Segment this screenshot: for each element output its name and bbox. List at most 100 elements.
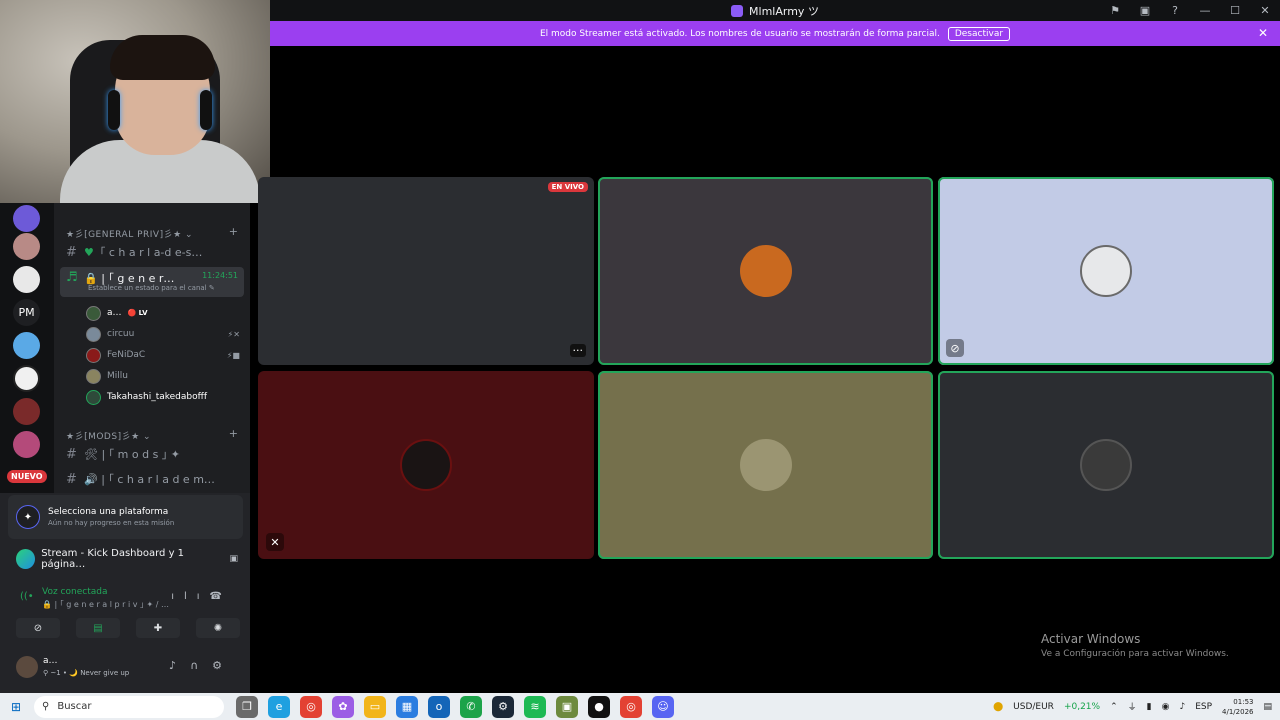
deactivate-button[interactable]: Desactivar [947, 26, 1011, 41]
voice-user[interactable]: Millu [86, 367, 246, 385]
obs-icon[interactable]: ● [588, 695, 610, 718]
monitor-icon[interactable]: ▣ [1136, 4, 1154, 17]
avatar [1080, 245, 1132, 297]
channel-general-active[interactable]: ♬ 🔒 | ｢ g e n e r… 11:24:51 Establece un… [60, 267, 244, 297]
disconnect-icon[interactable]: ☎ [210, 591, 232, 602]
server-icon-8[interactable] [13, 431, 40, 458]
server-icon-7[interactable] [13, 398, 40, 425]
person-hair [110, 35, 215, 80]
server-icon-pm[interactable]: PM [13, 299, 40, 326]
network-icon[interactable]: ◉ [1162, 702, 1170, 712]
discord-icon[interactable]: ☺ [652, 695, 674, 718]
close-window-button[interactable]: ✕ [1256, 4, 1274, 17]
video-tile-user-3[interactable]: ⊘ [938, 177, 1274, 365]
screen-share-button[interactable]: ▤ [76, 618, 120, 638]
banner-close-icon[interactable]: ✕ [1258, 26, 1268, 40]
minecraft-icon[interactable]: ▣ [556, 695, 578, 718]
new-badge[interactable]: NUEVO [7, 470, 47, 483]
hash-icon: # [66, 244, 77, 260]
muted-mic-icon[interactable]: ✕ [266, 533, 284, 551]
server-icon-2[interactable] [13, 233, 40, 260]
minimize-button[interactable]: — [1196, 4, 1214, 17]
avatar[interactable] [16, 656, 38, 678]
mission-card[interactable]: ✦ Selecciona una plataforma Aún no hay p… [8, 495, 243, 539]
voice-user-name: Takahashi_takedabofff [107, 392, 207, 402]
clock[interactable]: 01:53 4/1/2026 [1222, 697, 1253, 717]
server-icon-6[interactable] [13, 365, 40, 392]
windows-start-icon[interactable]: ⊞ [0, 700, 32, 714]
category-general-priv[interactable]: ★彡[GENERAL PRIV]彡★ ⌄ [66, 227, 193, 240]
channel-status-hint[interactable]: Establece un estado para el canal ✎ [88, 284, 215, 292]
steam-icon[interactable]: ⚙ [492, 695, 514, 718]
server-icon-1[interactable] [13, 205, 40, 232]
chevron-up-icon[interactable]: ⌃ [1110, 702, 1118, 712]
voice-connected-title[interactable]: Voz conectada [42, 587, 107, 597]
noise-suppression-icon[interactable]: ılı [171, 591, 209, 602]
currency-pair[interactable]: USD/EUR [1013, 702, 1054, 712]
help-icon[interactable]: ? [1166, 4, 1184, 17]
channel-charla[interactable]: # ♥ ｢ c h a r l a-d e-s… [60, 241, 244, 263]
category-mods[interactable]: ★彡[MODS]彡★ ⌄ [66, 429, 151, 442]
activate-subtitle: Ve a Configuración para activar Windows. [1041, 649, 1229, 659]
chrome-2-icon[interactable]: ◎ [620, 695, 642, 718]
more-options-icon[interactable]: ··· [569, 344, 586, 357]
channel-mods[interactable]: # 🛠 | ｢ m o d s ｣ ✦ [60, 443, 244, 465]
server-icon-5[interactable] [13, 332, 40, 359]
user-panel: ✦ Selecciona una plataforma Aún no hay p… [0, 493, 250, 693]
usb-icon[interactable]: ⏚ [1128, 700, 1137, 713]
voice-user[interactable]: a… 🔴 LV [86, 304, 246, 322]
store-icon[interactable]: ▦ [396, 695, 418, 718]
headphones-icon[interactable]: ∩ [190, 659, 212, 672]
add-channel-icon[interactable]: + [229, 427, 238, 440]
task-view-icon[interactable]: ❐ [236, 695, 258, 718]
notifications-icon[interactable]: ▤ [1263, 702, 1272, 712]
mic-icon[interactable]: ♪ [169, 659, 190, 672]
chrome-icon[interactable]: ◎ [300, 695, 322, 718]
voice-user-name: a… [107, 308, 122, 318]
voice-channel-name[interactable]: 🔒 | ｢ g e n e r a l p r i v ｣ ✦ / … [42, 599, 169, 610]
activities-button[interactable]: ✚ [136, 618, 180, 638]
activate-windows-watermark: Activar Windows Ve a Configuración para … [1041, 632, 1229, 659]
video-tile-user-6[interactable] [938, 371, 1274, 559]
avatar [86, 305, 101, 321]
inbox-icon[interactable]: ⚑ [1106, 4, 1124, 17]
mission-icon: ✦ [16, 505, 40, 529]
avatar [400, 439, 452, 491]
camera-off-icon[interactable]: ⊘ [946, 339, 964, 357]
outlook-icon[interactable]: o [428, 695, 450, 718]
camera-off-button[interactable]: ⊘ [16, 618, 60, 638]
user-name[interactable]: a… [43, 656, 58, 666]
window-title-text: MlmlArmy ツ [749, 4, 819, 18]
video-tile-stream[interactable]: EN VIVO ··· [258, 177, 594, 365]
stream-row[interactable]: Stream - Kick Dashboard y 1 página… ▣ [16, 548, 238, 570]
voice-user[interactable]: FeNiDaC ⚡■ [86, 346, 246, 364]
volume-icon[interactable]: ♪ [1179, 702, 1185, 712]
maximize-button[interactable]: ☐ [1226, 4, 1244, 17]
voice-user[interactable]: circuu ⚡✕ [86, 325, 246, 343]
video-tile-user-2[interactable] [598, 177, 933, 365]
channel-charla-voice[interactable]: # 🔊 | ｢ c h a r l a d e m… [60, 468, 244, 490]
soundboard-button[interactable]: ✺ [196, 618, 240, 638]
avatar [86, 326, 101, 342]
taskbar-apps: ❐ e ◎ ✿ ▭ ▦ o ✆ ⚙ ≋ ▣ ● ◎ ☺ [236, 695, 674, 718]
add-channel-icon[interactable]: + [229, 225, 238, 238]
video-tile-user-4[interactable]: ✕ [258, 371, 594, 559]
battery-icon[interactable]: ▮ [1147, 702, 1152, 712]
spotify-icon[interactable]: ≋ [524, 695, 546, 718]
user-status: ⚲ ~1 • 🌙 Never give up [43, 669, 130, 677]
whatsapp-icon[interactable]: ✆ [460, 695, 482, 718]
voice-user[interactable]: Takahashi_takedabofff [86, 388, 246, 406]
video-tile-user-5[interactable] [598, 371, 933, 559]
stop-stream-icon[interactable]: ▣ [229, 554, 238, 564]
edge-icon[interactable]: e [268, 695, 290, 718]
avatar [86, 347, 101, 363]
voice-active-icon: ♬ [66, 270, 78, 285]
taskbar-search[interactable]: ⚲ Buscar [34, 695, 224, 718]
file-explorer-icon[interactable]: ▭ [364, 695, 386, 718]
heart-icon: ♥ [84, 245, 94, 259]
server-icon-3[interactable] [13, 266, 40, 293]
copilot-icon[interactable]: ✿ [332, 695, 354, 718]
language-indicator[interactable]: ESP [1195, 702, 1212, 712]
system-tray: ⬤ USD/EUR +0,21% ⌃ ⏚ ▮ ◉ ♪ ESP 01:53 4/1… [993, 693, 1272, 720]
gear-icon[interactable]: ⚙ [212, 659, 236, 672]
